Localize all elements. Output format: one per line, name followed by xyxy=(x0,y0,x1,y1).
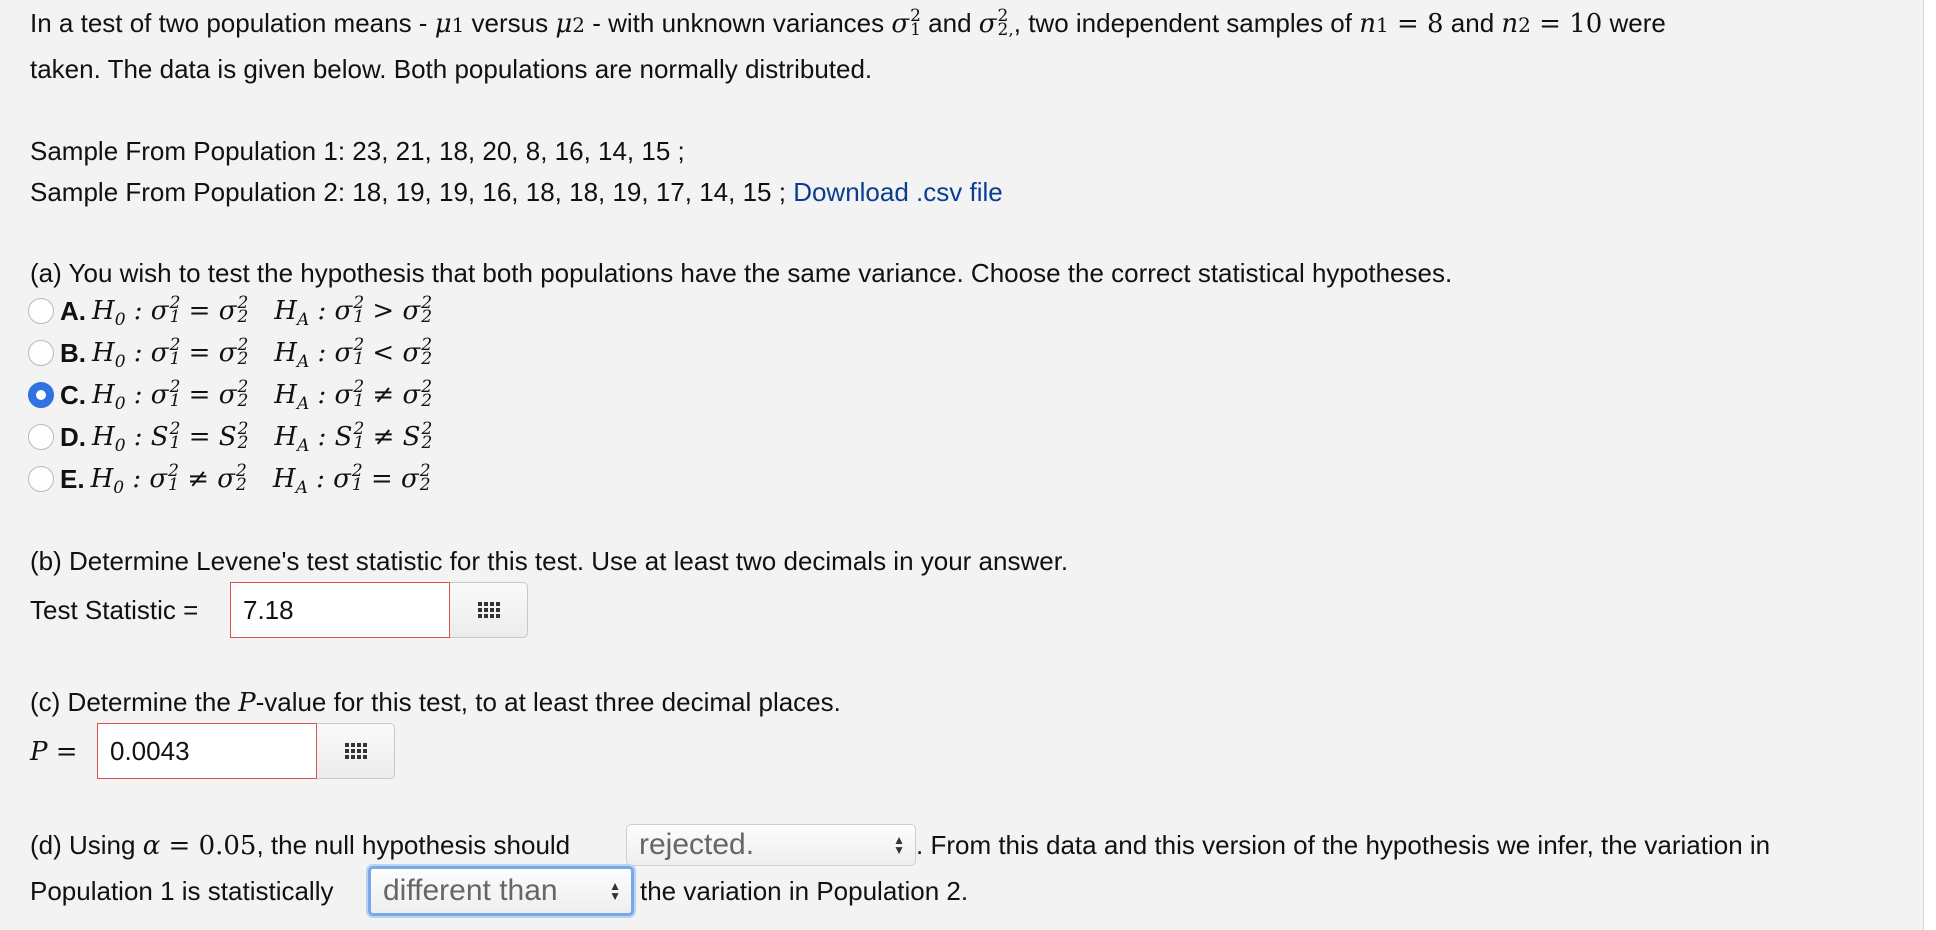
n2-sub: 2 xyxy=(1518,13,1531,37)
part-a-prompt: (a) You wish to test the hypothesis that… xyxy=(30,258,1453,288)
sigma2-sq: σ xyxy=(978,9,997,39)
select-arrows-icon: ▲ ▼ xyxy=(609,879,621,903)
p-value-input[interactable]: 0.0043 xyxy=(97,723,317,779)
part-b-prompt: (b) Determine Levene's test statistic fo… xyxy=(30,546,1069,576)
part-d-line-1a: (d) Using α = 0.05, the null hypothesis … xyxy=(30,830,570,861)
p-equals: = xyxy=(47,737,78,767)
option-b-letter: B. xyxy=(60,337,86,368)
option-d-h0: H0 : S21 = S22 xyxy=(92,419,249,457)
part-c-text-a: (c) Determine the xyxy=(30,687,239,717)
option-b-h0: H0 : σ21 = σ22 xyxy=(92,335,249,373)
option-a-ha: HA : σ21 > σ22 xyxy=(274,293,433,331)
option-c-ha: HA : σ21 ≠ σ22 xyxy=(274,377,433,415)
part-d-text-b: , the null hypothesis should xyxy=(256,830,571,860)
option-e-radio[interactable] xyxy=(28,466,54,492)
option-a[interactable]: A. H0 : σ21 = σ22 HA : σ21 > σ22 xyxy=(28,293,433,331)
part-c-prompt: (c) Determine the P-value for this test,… xyxy=(30,687,841,718)
sample-pop2: Sample From Population 2: 18, 19, 19, 16… xyxy=(30,177,786,207)
option-d-letter: D. xyxy=(60,421,86,452)
select-arrows-icon: ▲ ▼ xyxy=(893,833,905,857)
option-d-ha: HA : S21 ≠ S22 xyxy=(274,419,433,457)
option-e-ha: HA : σ21 = σ22 xyxy=(272,461,431,499)
equation-editor-button-c[interactable] xyxy=(317,723,395,779)
part-d-text-c: . From this data and this version of the… xyxy=(916,830,1771,860)
equation-editor-button-b[interactable] xyxy=(450,582,528,638)
option-a-radio[interactable] xyxy=(28,298,54,324)
test-statistic-label: Test Statistic = xyxy=(30,595,199,625)
sigma1-supsub: 21 xyxy=(910,6,921,41)
part-c-text-b: -value for this test, to at least three … xyxy=(255,687,841,717)
option-e-h0: H0 : σ21 ≠ σ22 xyxy=(90,461,247,499)
mu1-sub: 1 xyxy=(451,13,465,37)
option-b-ha: HA : σ21 < σ22 xyxy=(274,335,433,373)
option-e[interactable]: E. H0 : σ21 ≠ σ22 HA : σ21 = σ22 xyxy=(28,461,431,499)
intro-and-2: and xyxy=(1443,8,1502,38)
intro-and-1: and xyxy=(920,8,979,38)
intro-versus: versus xyxy=(464,8,556,38)
n2-symbol: n xyxy=(1501,9,1519,39)
part-d-text-e: the variation in Population 2. xyxy=(640,876,969,906)
sample-pop1: Sample From Population 1: 23, 21, 18, 20… xyxy=(30,136,685,166)
option-d-radio[interactable] xyxy=(28,424,54,450)
mu2-symbol: μ xyxy=(555,9,573,39)
n1-sub: 1 xyxy=(1375,13,1389,37)
option-c-letter: C. xyxy=(60,379,86,410)
sample-pop2-line: Sample From Population 2: 18, 19, 19, 16… xyxy=(30,177,1003,207)
test-statistic-input[interactable]: 7.18 xyxy=(230,582,450,638)
p-value-label: P = xyxy=(30,736,78,767)
n1-symbol: n xyxy=(1359,9,1376,39)
intro-line-1: In a test of two population means - μ1 v… xyxy=(30,8,1666,40)
option-a-h0: H0 : σ21 = σ22 xyxy=(92,293,249,331)
alpha-value: = 0.05 xyxy=(160,831,257,861)
option-c-radio[interactable] xyxy=(28,382,54,408)
grid-icon xyxy=(344,743,367,759)
variation-comparison-select-value: different than xyxy=(383,874,558,907)
option-b[interactable]: B. H0 : σ21 = σ22 HA : σ21 < σ22 xyxy=(28,335,433,373)
sigma2-supsub: 2 2, xyxy=(997,6,1014,41)
part-d-text-a: (d) Using xyxy=(30,830,143,860)
intro-text-b: - with unknown variances xyxy=(585,8,892,38)
mu2-sub: 2 xyxy=(572,13,585,37)
option-a-letter: A. xyxy=(60,295,86,326)
download-csv-link[interactable]: Download .csv file xyxy=(793,177,1003,207)
intro-line-2: taken. The data is given below. Both pop… xyxy=(30,54,873,84)
n1-eq: = 8 xyxy=(1388,9,1444,39)
part-c-p: P xyxy=(238,688,256,718)
null-hypothesis-select-value: rejected. xyxy=(639,828,755,861)
null-hypothesis-select[interactable]: rejected. ▲ ▼ xyxy=(626,824,916,866)
option-c[interactable]: C. H0 : σ21 = σ22 HA : σ21 ≠ σ22 xyxy=(28,377,433,415)
grid-icon xyxy=(477,602,500,618)
question-panel: In a test of two population means - μ1 v… xyxy=(0,0,1924,930)
sigma1-sq: σ xyxy=(891,9,910,39)
option-e-letter: E. xyxy=(60,463,85,494)
part-d-text-d: Population 1 is statistically xyxy=(30,876,334,906)
intro-text-d: were xyxy=(1602,8,1666,38)
intro-text-a: In a test of two population means - xyxy=(30,8,435,38)
p-symbol: P xyxy=(30,737,48,767)
option-b-radio[interactable] xyxy=(28,340,54,366)
option-c-h0: H0 : σ21 = σ22 xyxy=(92,377,249,415)
alpha-symbol: α xyxy=(142,831,161,861)
option-d[interactable]: D. H0 : S21 = S22 HA : S21 ≠ S22 xyxy=(28,419,433,457)
n2-eq: = 10 xyxy=(1530,9,1603,39)
mu1-symbol: μ xyxy=(434,9,452,39)
variation-comparison-select[interactable]: different than ▲ ▼ xyxy=(368,866,634,916)
intro-text-c: , two independent samples of xyxy=(1013,8,1360,38)
